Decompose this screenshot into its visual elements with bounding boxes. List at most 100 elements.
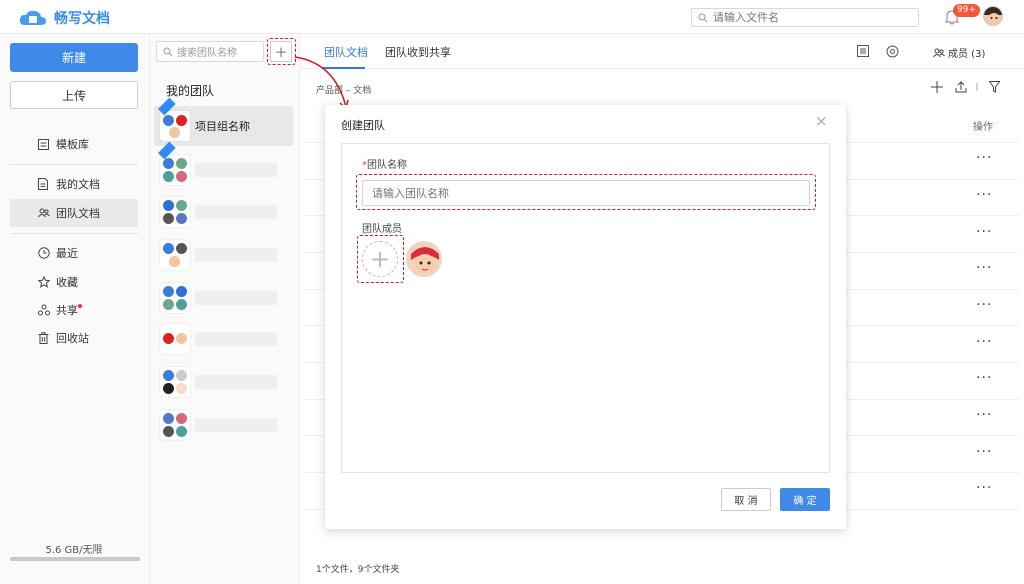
row-menu-icon[interactable]: ···	[976, 187, 992, 203]
confirm-button[interactable]: 确 定	[780, 488, 830, 511]
team-item[interactable]	[154, 362, 293, 402]
team-avatar-group	[158, 141, 190, 185]
sidebar-item-shared[interactable]: 共享	[10, 296, 138, 324]
sidebar-item-recent[interactable]: 最近	[10, 239, 138, 267]
team-search-box[interactable]: 搜索团队名称	[156, 41, 264, 62]
sidebar-item-team-docs[interactable]: 团队文档	[10, 199, 138, 227]
app-logo[interactable]: 畅写文档	[18, 8, 110, 28]
sidebar-item-my-docs[interactable]: 我的文档	[10, 170, 138, 198]
team-icon	[38, 208, 50, 218]
row-menu-icon[interactable]: ···	[976, 260, 992, 276]
member-mini-avatar	[163, 413, 174, 424]
member-mini-avatar	[176, 213, 187, 224]
member-mini-avatar	[169, 127, 180, 138]
separator-icon	[976, 83, 978, 91]
file-count: 1个文件，9个文件夹	[316, 565, 400, 575]
star-icon	[38, 276, 50, 288]
team-item[interactable]: 项目组名称	[154, 97, 293, 146]
team-item[interactable]	[154, 405, 293, 445]
gear-icon[interactable]	[886, 45, 899, 58]
cloud-logo-icon	[19, 10, 46, 25]
sidebar-item-favorites[interactable]: 收藏	[10, 268, 138, 296]
my-teams-heading: 我的团队	[166, 84, 215, 98]
member-mini-avatar	[163, 243, 174, 254]
sidebar-item-trash[interactable]: 回收站	[10, 324, 138, 352]
add-icon[interactable]	[931, 81, 943, 93]
sidebar-item-label: 模板库	[56, 138, 89, 151]
row-menu-icon[interactable]: ···	[976, 407, 992, 423]
team-item[interactable]	[154, 235, 293, 275]
team-avatar-group	[160, 324, 190, 354]
dialog-title: 创建团队	[341, 119, 385, 132]
cancel-button[interactable]: 取 消	[721, 488, 771, 511]
create-team-dialog: 创建团队 × *团队名称 团队成员 + 取 消 确 定	[325, 105, 846, 529]
sidebar-item-label: 收藏	[56, 276, 78, 289]
clock-icon	[38, 247, 50, 259]
member-mini-avatar	[163, 213, 174, 224]
tab-team-shared[interactable]: 团队收到共享	[385, 44, 451, 60]
search-icon	[698, 13, 708, 22]
member-mini-avatar	[163, 200, 174, 211]
member-mini-avatar	[163, 370, 174, 381]
file-search-input[interactable]	[713, 11, 903, 24]
members-button[interactable]: 成员 (3)	[933, 45, 985, 60]
member-mini-avatar	[176, 413, 187, 424]
sidebar-item-label: 回收站	[56, 332, 89, 345]
row-menu-icon[interactable]: ···	[976, 480, 992, 496]
list-view-icon[interactable]	[857, 45, 869, 57]
member-mini-avatar	[176, 171, 187, 182]
highlight-team-name	[356, 174, 816, 210]
team-item[interactable]	[154, 192, 293, 232]
team-item[interactable]	[154, 319, 293, 359]
team-name-placeholder	[195, 163, 277, 177]
row-menu-icon[interactable]: ···	[976, 224, 992, 240]
new-button[interactable]: 新建	[10, 43, 138, 72]
member-mini-avatar	[176, 200, 187, 211]
unread-dot	[78, 304, 82, 308]
member-avatar[interactable]	[406, 241, 442, 277]
team-avatar-group	[160, 197, 190, 227]
member-mini-avatar	[163, 333, 174, 344]
team-name-label: *团队名称	[362, 156, 407, 171]
member-mini-avatar	[163, 426, 174, 437]
team-search-placeholder: 搜索团队名称	[177, 48, 237, 59]
member-mini-avatar	[169, 256, 180, 267]
left-sidebar: 新建 上传 模板库 我的文档 团队文档 最近 收藏 共享 回收站 5.6 GB/…	[0, 34, 150, 584]
storage-bar	[10, 557, 140, 561]
file-search-box[interactable]	[691, 8, 919, 27]
team-item[interactable]	[154, 278, 293, 318]
document-icon	[38, 178, 48, 190]
sidebar-item-templates[interactable]: 模板库	[10, 130, 138, 158]
owner-ribbon	[158, 97, 176, 116]
member-mini-avatar	[176, 383, 187, 394]
user-avatar[interactable]	[983, 6, 1003, 26]
share-icon	[38, 304, 50, 316]
team-name-placeholder	[195, 332, 277, 346]
sidebar-item-label: 我的文档	[56, 178, 100, 191]
team-item[interactable]	[154, 141, 293, 190]
team-name-placeholder	[195, 248, 277, 262]
member-mini-avatar	[163, 158, 174, 169]
dialog-form: *团队名称 团队成员 +	[341, 143, 830, 473]
team-members-label: 团队成员	[362, 224, 402, 235]
row-menu-icon[interactable]: ···	[976, 334, 992, 350]
avatar-face-icon	[407, 242, 441, 276]
divider	[10, 233, 138, 234]
member-mini-avatar	[163, 383, 174, 394]
template-icon	[38, 138, 49, 150]
row-menu-icon[interactable]: ···	[976, 370, 992, 386]
upload-button[interactable]: 上传	[10, 81, 138, 109]
row-menu-icon[interactable]: ···	[976, 297, 992, 313]
team-name-placeholder	[195, 375, 277, 389]
member-mini-avatar	[176, 333, 187, 344]
team-panel: 搜索团队名称 + 我的团队 项目组名称	[150, 34, 300, 584]
top-bar: 畅写文档 99+	[0, 0, 1024, 34]
row-menu-icon[interactable]: ···	[976, 444, 992, 460]
close-icon[interactable]: ×	[815, 112, 828, 130]
filter-icon[interactable]	[989, 81, 1000, 93]
upload-icon[interactable]	[955, 81, 967, 93]
row-menu-icon[interactable]: ···	[976, 150, 992, 166]
avatar-face-icon	[984, 7, 1002, 25]
member-mini-avatar	[176, 243, 187, 254]
member-mini-avatar	[176, 426, 187, 437]
